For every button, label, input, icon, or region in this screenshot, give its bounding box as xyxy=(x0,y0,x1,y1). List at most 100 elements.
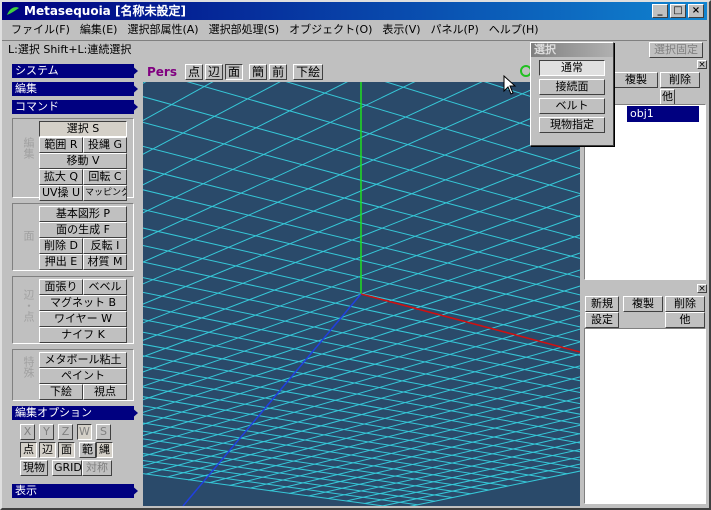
wire-button[interactable]: ワイヤー W xyxy=(39,311,127,327)
axis-w-toggle[interactable]: W xyxy=(77,424,92,440)
axis-z-toggle[interactable]: Z xyxy=(58,424,73,440)
section-display[interactable]: 表示 xyxy=(12,484,138,498)
menu-file[interactable]: ファイル(F) xyxy=(6,21,75,39)
lasso-mode-toggle[interactable]: 縄 xyxy=(96,442,113,458)
menu-help[interactable]: ヘルプ(H) xyxy=(484,21,544,39)
vp-front-toggle[interactable]: 前 xyxy=(269,64,288,80)
ground-grid xyxy=(143,82,580,506)
group-vertex: 辺・点 面張り ベベル マグネット B ワイヤー W ナイフ K xyxy=(12,276,134,344)
menu-selection-proc[interactable]: 選択部処理(S) xyxy=(204,21,285,39)
object-delete-button[interactable]: 削除 xyxy=(660,72,700,88)
extrude-button[interactable]: 押出 E xyxy=(39,254,83,270)
primitive-button[interactable]: 基本図形 P xyxy=(39,206,127,222)
material-panel: × 新規 複製 削除 設定 他 xyxy=(582,284,708,506)
material-duplicate-button[interactable]: 複製 xyxy=(623,296,663,312)
menu-view[interactable]: 表示(V) xyxy=(377,21,425,39)
paint-button[interactable]: ペイント xyxy=(39,368,127,384)
scale-button[interactable]: 拡大 Q xyxy=(39,169,83,185)
face-mode-toggle[interactable]: 面 xyxy=(58,442,75,458)
group-special: 特殊 メタボール粘土 ペイント 下絵 視点 xyxy=(12,349,134,401)
range-mode-toggle[interactable]: 範 xyxy=(79,442,96,458)
maximize-button[interactable]: □ xyxy=(670,4,686,18)
axis-y-toggle[interactable]: Y xyxy=(39,424,54,440)
3d-viewport[interactable]: Pers 点 辺 面 簡 前 下絵 xyxy=(143,62,580,506)
axis-x-toggle[interactable]: X xyxy=(20,424,35,440)
metaball-button[interactable]: メタボール粘土 xyxy=(39,352,127,368)
grid-line xyxy=(143,445,471,495)
bevel-button[interactable]: ベベル xyxy=(83,279,127,295)
grid-line xyxy=(143,82,167,354)
grid-line xyxy=(143,82,425,369)
material-panel-close-icon[interactable]: × xyxy=(697,284,707,294)
menu-edit[interactable]: 編集(E) xyxy=(75,21,123,39)
grid-line xyxy=(327,441,580,500)
vp-vertex-toggle[interactable]: 点 xyxy=(185,64,204,80)
knife-button[interactable]: ナイフ K xyxy=(39,327,127,343)
material-list[interactable] xyxy=(584,328,706,504)
symmetry-toggle[interactable]: 対称 xyxy=(82,460,112,476)
select-normal-button[interactable]: 通常 xyxy=(539,60,605,76)
vp-simple-toggle[interactable]: 簡 xyxy=(249,64,268,80)
section-edit[interactable]: 編集 xyxy=(12,82,138,96)
perspective-label: Pers xyxy=(147,65,177,79)
section-edit-option[interactable]: 編集オプション xyxy=(12,406,138,420)
material-button[interactable]: 材質 M xyxy=(83,254,127,270)
lasso-button[interactable]: 投縄 G xyxy=(83,137,127,153)
menu-panel[interactable]: パネル(P) xyxy=(426,21,484,39)
title-bar: Metasequoia [名称未設定] _ □ × xyxy=(2,2,707,20)
menu-object[interactable]: オブジェクト(O) xyxy=(284,21,377,39)
menu-selection-attr[interactable]: 選択部属性(A) xyxy=(122,21,203,39)
group-special-label: 特殊 xyxy=(22,356,35,378)
group-face-label: 面 xyxy=(22,230,35,241)
vertex-mode-toggle[interactable]: 点 xyxy=(20,442,37,458)
edge-mode-toggle[interactable]: 辺 xyxy=(39,442,56,458)
app-icon xyxy=(7,7,19,15)
underlay-button[interactable]: 下絵 xyxy=(39,384,83,400)
select-belt-button[interactable]: ベルト xyxy=(539,98,605,114)
vp-edge-toggle[interactable]: 辺 xyxy=(205,64,224,80)
material-delete-button[interactable]: 削除 xyxy=(665,296,705,312)
mapping-button[interactable]: マッピング xyxy=(83,185,127,201)
uv-button[interactable]: UV操 U xyxy=(39,185,83,201)
object-other-button[interactable]: 他 xyxy=(660,89,675,105)
grid-line xyxy=(143,405,568,475)
magnet-button[interactable]: マグネット B xyxy=(39,295,127,311)
section-system[interactable]: システム xyxy=(12,64,138,78)
close-button[interactable]: × xyxy=(688,4,704,18)
group-edit: 編集 選択 S 範囲 R 投縄 G 移動 V 拡大 Q 回転 C UV操 U マッピン… xyxy=(12,118,134,201)
material-settings-button[interactable]: 設定 xyxy=(585,312,619,328)
create-face-button[interactable]: 面の生成 F xyxy=(39,222,127,238)
axis-s-toggle[interactable]: S xyxy=(96,424,111,440)
rotate-button[interactable]: 回転 C xyxy=(83,169,127,185)
group-vertex-label: 辺・点 xyxy=(22,289,35,322)
mouse-cursor-icon xyxy=(503,75,517,95)
flip-button[interactable]: 反転 I xyxy=(83,238,127,254)
select-current-object-button[interactable]: 現物指定 xyxy=(539,117,605,133)
vp-underlay-toggle[interactable]: 下絵 xyxy=(293,64,324,80)
minimize-button[interactable]: _ xyxy=(652,4,668,18)
window-title: Metasequoia [名称未設定] xyxy=(24,4,186,18)
select-popup-title: 選択 xyxy=(531,43,613,57)
object-panel-close-icon[interactable]: × xyxy=(697,60,707,70)
vp-face-toggle[interactable]: 面 xyxy=(225,64,244,80)
group-edit-label: 編集 xyxy=(22,137,35,159)
grid-toggle[interactable]: GRID xyxy=(52,460,82,476)
move-button[interactable]: 移動 V xyxy=(39,153,127,169)
delete-button[interactable]: 削除 D xyxy=(39,238,83,254)
viewpoint-button[interactable]: 視点 xyxy=(83,384,127,400)
object-row-obj1[interactable]: obj1 xyxy=(627,106,699,122)
command-sidebar: システム 編集 コマンド 編集 選択 S 範囲 R 投縄 G 移動 V 拡大 Q回… xyxy=(12,64,138,508)
group-face: 面 基本図形 P 面の生成 F 削除 D 反転 I 押出 E 材質 M xyxy=(12,203,134,271)
select-connected-button[interactable]: 接続面 xyxy=(539,79,605,95)
menu-bar: ファイル(F) 編集(E) 選択部属性(A) 選択部処理(S) オブジェクト(O… xyxy=(2,20,707,40)
face-fill-button[interactable]: 面張り xyxy=(39,279,83,295)
material-new-button[interactable]: 新規 xyxy=(585,296,619,312)
section-command[interactable]: コマンド xyxy=(12,100,138,114)
selection-fix-button[interactable]: 選択固定 xyxy=(649,42,703,58)
material-other-button[interactable]: 他 xyxy=(665,312,705,328)
object-duplicate-button[interactable]: 複製 xyxy=(614,72,658,88)
range-button[interactable]: 範囲 R xyxy=(39,137,83,153)
select-button[interactable]: 選択 S xyxy=(39,121,127,137)
current-object-toggle[interactable]: 現物 xyxy=(20,460,48,476)
grid-line xyxy=(249,406,580,489)
